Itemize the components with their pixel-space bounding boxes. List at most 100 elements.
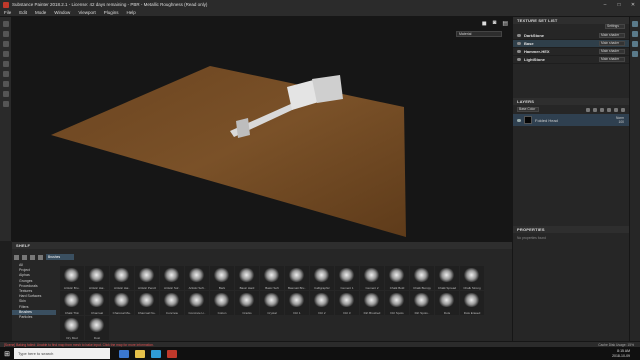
material-mode-select[interactable]: Material — [456, 31, 502, 37]
brush-tile[interactable]: Artistic Bru.. — [60, 266, 84, 290]
smudge-icon[interactable] — [2, 61, 9, 67]
brush-tile[interactable]: Chalk Bumpy — [410, 266, 434, 290]
settings-dropdown[interactable]: Settings — [605, 24, 625, 29]
brush-tile[interactable]: Crystal — [260, 291, 284, 315]
minimize-icon[interactable]: – — [598, 2, 612, 8]
shader-select[interactable]: Main shader — [599, 49, 625, 54]
brush-tile[interactable]: Dots Erased — [460, 291, 484, 315]
layer-visibility-icon[interactable] — [517, 118, 521, 122]
bake-icon[interactable] — [2, 91, 9, 97]
menu-window[interactable]: Window — [54, 10, 70, 15]
delete-layer-icon[interactable] — [621, 107, 625, 112]
menu-plugins[interactable]: Plugins — [104, 10, 119, 15]
shader-select[interactable]: Main shader — [599, 57, 625, 62]
brush-tile[interactable]: Cracks — [235, 291, 259, 315]
windows-start-icon[interactable]: ⊞ — [0, 347, 14, 360]
eraser-icon[interactable] — [2, 31, 9, 37]
add-layer-icon[interactable] — [607, 107, 611, 112]
brush-tile[interactable]: Basic Hard — [235, 266, 259, 290]
layer-row[interactable]: Folded Head Norm 100 — [513, 114, 629, 126]
brush-tile[interactable]: Dust — [85, 316, 109, 340]
maximize-icon[interactable]: □ — [612, 2, 626, 8]
list-view-icon[interactable] — [30, 254, 35, 260]
screenshot-icon[interactable]: ◙ — [493, 20, 497, 26]
polygon-fill-icon[interactable] — [2, 51, 9, 57]
brush-tile[interactable]: Concrete — [160, 291, 184, 315]
shader-select[interactable]: Main shader — [599, 41, 625, 46]
history-icon[interactable] — [632, 51, 638, 57]
shelf-search-tag[interactable]: Brushes — [46, 254, 74, 260]
brush-tile[interactable]: Artistic Sof.. — [160, 266, 184, 290]
brush-tile[interactable]: Charcoal No.. — [135, 291, 159, 315]
brush-tile[interactable]: Cement 1 — [335, 266, 359, 290]
display-settings-icon[interactable]: ▤ — [502, 20, 508, 27]
brush-tile[interactable]: Artistic Hai.. — [110, 266, 134, 290]
layer-opacity[interactable]: 100 — [616, 120, 624, 124]
brush-tile[interactable]: Chalk Bold — [385, 266, 409, 290]
projection-icon[interactable] — [2, 41, 9, 47]
brush-tile[interactable]: Calligraphic — [310, 266, 334, 290]
brush-tile[interactable]: Basic Soft — [260, 266, 284, 290]
filter-icon[interactable] — [38, 254, 43, 260]
visibility-eye-icon[interactable] — [517, 58, 521, 61]
add-folder-icon[interactable] — [614, 107, 618, 112]
brush-tile[interactable]: Cotton — [210, 291, 234, 315]
task-view-icon[interactable] — [119, 349, 129, 358]
brush-tile[interactable]: Charcoal Ma.. — [110, 291, 134, 315]
camera-icon[interactable]: ◼ — [482, 20, 487, 27]
display-settings-icon[interactable] — [632, 31, 638, 37]
brush-tile[interactable]: Dirt Spots — [385, 291, 409, 315]
close-icon[interactable]: ✕ — [626, 2, 640, 8]
texture-set-row[interactable]: Base Main shader — [513, 40, 629, 48]
brush-tile[interactable]: Artistic Soft.. — [185, 266, 209, 290]
brush-tile[interactable]: Artistic Pencil — [135, 266, 159, 290]
shelf-category-particles[interactable]: Particles — [12, 315, 56, 320]
brush-tile[interactable]: Concrete Li.. — [185, 291, 209, 315]
shader-select[interactable]: Main shader — [599, 33, 625, 38]
paint-brush-icon[interactable] — [2, 21, 9, 27]
layer-blend-opacity[interactable]: Norm 100 — [616, 116, 629, 124]
layer-name[interactable]: Folded Head — [535, 118, 616, 123]
brush-tile[interactable]: Chalk Strong — [460, 266, 484, 290]
taskbar-search-input[interactable]: Type here to search — [14, 348, 110, 359]
visibility-eye-icon[interactable] — [517, 50, 521, 53]
add-fill-layer-icon[interactable] — [600, 107, 604, 112]
clone-icon[interactable] — [2, 71, 9, 77]
brush-tile[interactable]: Charcoal — [85, 291, 109, 315]
brush-tile[interactable]: Chalk Spread — [435, 266, 459, 290]
texture-set-row[interactable]: LightStone Main shader — [513, 56, 629, 64]
material-picker-icon[interactable] — [2, 81, 9, 87]
file-explorer-icon[interactable] — [135, 349, 145, 358]
export-icon[interactable] — [2, 101, 9, 107]
shader-settings-icon[interactable] — [632, 41, 638, 47]
brush-tile[interactable]: Artistic Hai.. — [85, 266, 109, 290]
brush-tile[interactable]: Dirt Brushed — [360, 291, 384, 315]
blend-channel-select[interactable]: Base Color — [517, 107, 539, 112]
brush-tile[interactable]: Dots — [435, 291, 459, 315]
menu-viewport[interactable]: Viewport — [78, 10, 95, 15]
brush-tile[interactable]: Dirt Spots.. — [410, 291, 434, 315]
brush-tile[interactable]: Basmati Bru.. — [285, 266, 309, 290]
menu-mode[interactable]: Mode — [35, 10, 46, 15]
visibility-eye-icon[interactable] — [517, 34, 521, 37]
brush-tile[interactable]: Bark — [210, 266, 234, 290]
brush-tile[interactable]: Chalk Thin — [60, 291, 84, 315]
add-mask-icon[interactable] — [593, 107, 597, 112]
brush-tile[interactable]: Dirt 1 — [285, 291, 309, 315]
menu-edit[interactable]: Edit — [19, 10, 27, 15]
visibility-eye-icon[interactable] — [517, 42, 521, 45]
menu-file[interactable]: File — [4, 10, 11, 15]
texture-set-row[interactable]: DarkStone Main shader — [513, 32, 629, 40]
menu-help[interactable]: Help — [127, 10, 136, 15]
add-effect-icon[interactable] — [586, 107, 590, 112]
brush-tile[interactable]: Dry Mud — [60, 316, 84, 340]
brush-tile[interactable]: Dirt 2 — [310, 291, 334, 315]
texture-set-row[interactable]: Hammer-HEX Main shader — [513, 48, 629, 56]
texture-set-settings-icon[interactable] — [632, 21, 638, 27]
substance-painter-icon[interactable] — [167, 349, 177, 358]
grid-view-icon[interactable] — [22, 254, 27, 260]
edge-icon[interactable] — [151, 349, 161, 358]
folder-icon[interactable] — [14, 254, 19, 260]
brush-tile[interactable]: Dirt 3 — [335, 291, 359, 315]
brush-tile[interactable]: Cement 2 — [360, 266, 384, 290]
